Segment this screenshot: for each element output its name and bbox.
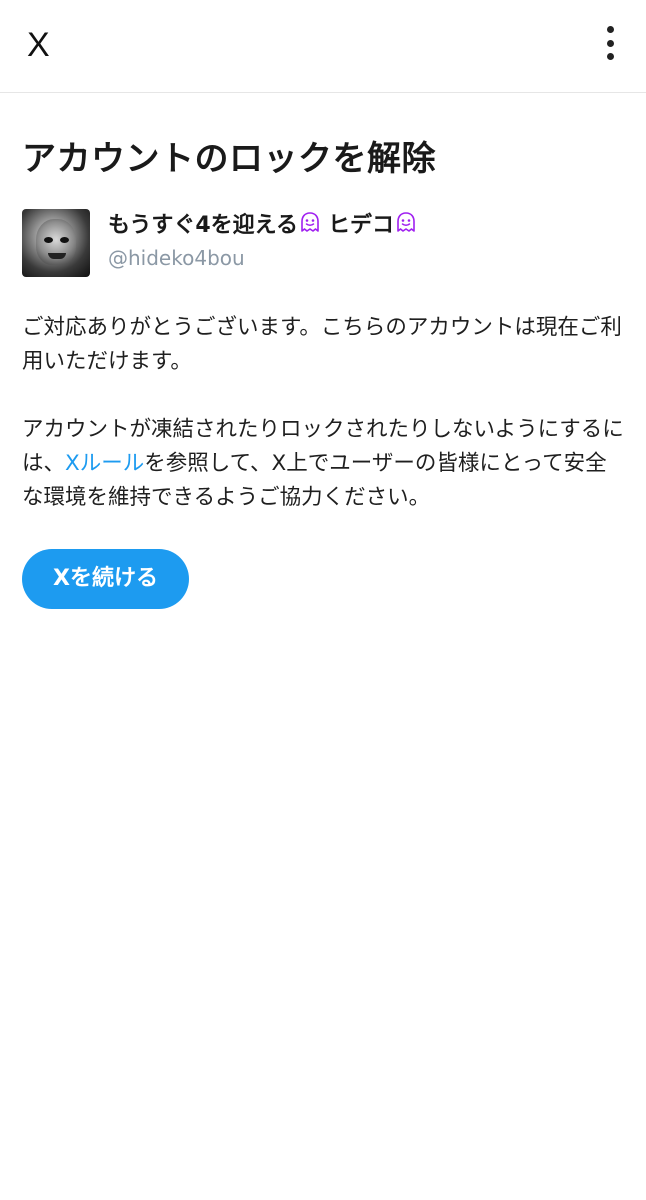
display-name: もうすぐ4を迎える ヒデコ <box>108 211 418 241</box>
main-content: アカウントのロックを解除 もうすぐ4を迎える ヒデコ @hideko4bou ご… <box>0 137 646 609</box>
x-rules-link[interactable]: Xルール <box>65 451 144 476</box>
rules-message: アカウントが凍結されたりロックされたりしないようにするには、Xルールを参照して、… <box>22 413 624 515</box>
display-name-part1: もうすぐ4を迎える <box>108 213 298 238</box>
continue-to-x-button[interactable]: Xを続ける <box>22 549 189 609</box>
more-vertical-icon[interactable] <box>604 26 616 64</box>
page-title: アカウントのロックを解除 <box>22 139 436 179</box>
ghost-icon <box>301 212 319 232</box>
account-handle: @hideko4bou <box>108 246 245 270</box>
display-name-part2: ヒデコ <box>328 213 395 238</box>
ghost-icon <box>397 212 415 232</box>
close-button[interactable]: X <box>27 27 55 63</box>
top-bar: X <box>0 0 646 93</box>
avatar <box>22 209 90 277</box>
account-profile: もうすぐ4を迎える ヒデコ @hideko4bou <box>22 209 624 279</box>
confirmation-message: ご対応ありがとうございます。こちらのアカウントは現在ご利用いただけます。 <box>22 315 622 374</box>
